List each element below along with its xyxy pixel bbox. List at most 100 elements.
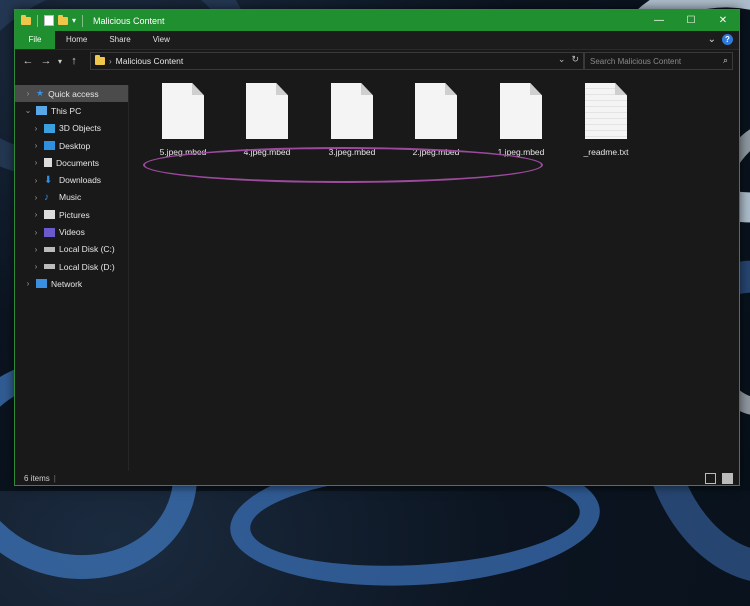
network-icon <box>36 279 47 289</box>
recent-locations-button[interactable]: ▾ <box>55 57 65 66</box>
tab-view[interactable]: View <box>142 31 181 49</box>
file-item[interactable]: 1.jpeg.mbed <box>488 83 554 157</box>
maximize-button[interactable]: ☐ <box>675 10 707 31</box>
chevron-right-icon[interactable]: › <box>31 124 41 133</box>
details-view-button[interactable] <box>705 473 716 484</box>
ribbon-tabs: File Home Share View ⌄ ? <box>15 31 739 50</box>
close-button[interactable]: ✕ <box>707 10 739 31</box>
breadcrumb[interactable]: Malicious Content <box>116 56 184 66</box>
up-button[interactable]: ↑ <box>65 55 83 67</box>
file-item[interactable]: _readme.txt <box>573 83 639 157</box>
download-icon: ⬇ <box>44 174 53 186</box>
chevron-right-icon[interactable]: › <box>31 176 41 185</box>
sidebar-item-music[interactable]: › ♪ Music <box>15 189 128 206</box>
qat-dropdown-icon[interactable]: ▾ <box>72 16 76 25</box>
music-icon: ♪ <box>44 191 49 203</box>
sidebar-item-label: Network <box>51 278 83 289</box>
sidebar-item-label: Quick access <box>48 88 99 99</box>
chevron-right-icon[interactable]: › <box>31 193 41 202</box>
forward-button[interactable]: → <box>37 55 55 67</box>
view-toggle <box>705 473 733 484</box>
file-icon <box>162 83 204 139</box>
chevron-right-icon[interactable]: › <box>31 228 41 237</box>
status-divider: | <box>53 473 56 483</box>
sidebar-item-label: Documents <box>56 157 99 168</box>
chevron-right-icon[interactable]: › <box>31 210 41 219</box>
folder-icon <box>95 55 105 65</box>
text-file-icon <box>585 83 627 139</box>
file-item[interactable]: 3.jpeg.mbed <box>319 83 385 157</box>
sidebar-item-network[interactable]: › Network <box>15 275 128 292</box>
pane-divider[interactable] <box>128 85 129 471</box>
title-bar[interactable]: ▾ Malicious Content — ☐ ✕ <box>15 10 739 31</box>
address-bar[interactable]: › Malicious Content ⌄ ↻ <box>90 52 584 70</box>
video-icon <box>44 227 55 237</box>
file-list[interactable]: 5.jpeg.mbed 4.jpeg.mbed 3.jpeg.mbed 2.jp… <box>130 72 739 471</box>
file-icon <box>246 83 288 139</box>
cube-icon <box>44 123 55 133</box>
picture-icon <box>44 210 55 220</box>
sidebar-item-label: Pictures <box>59 209 90 220</box>
minimize-button[interactable]: — <box>643 10 675 31</box>
file-icon <box>331 83 373 139</box>
document-icon <box>44 158 52 168</box>
sidebar-item-this-pc[interactable]: ⌄ This PC <box>15 102 128 119</box>
chevron-right-icon[interactable]: › <box>23 279 33 288</box>
explorer-window: ▾ Malicious Content — ☐ ✕ File Home Shar… <box>14 9 740 486</box>
properties-icon[interactable] <box>44 15 54 26</box>
desktop-icon <box>44 141 55 151</box>
back-button[interactable]: ← <box>19 55 37 67</box>
sidebar-item-downloads[interactable]: › ⬇ Downloads <box>15 171 128 188</box>
file-icon <box>500 83 542 139</box>
disk-icon <box>44 264 55 270</box>
refresh-icon[interactable]: ↻ <box>571 54 579 65</box>
sidebar-item-label: Music <box>59 192 82 203</box>
address-dropdown-icon[interactable]: ⌄ <box>558 54 566 65</box>
chevron-right-icon[interactable]: › <box>31 262 41 271</box>
chevron-right-icon[interactable]: › <box>31 245 41 254</box>
computer-icon <box>36 106 47 116</box>
file-item[interactable]: 4.jpeg.mbed <box>234 83 300 157</box>
tab-share[interactable]: Share <box>98 31 141 49</box>
sidebar-item-label: This PC <box>51 105 82 116</box>
tab-file[interactable]: File <box>15 31 55 49</box>
window-controls: — ☐ ✕ <box>643 10 739 31</box>
sidebar-item-label: Local Disk (D:) <box>59 261 115 272</box>
address-row: ← → ▾ ↑ › Malicious Content ⌄ ↻ Search M… <box>15 50 739 72</box>
chevron-right-icon[interactable]: › <box>31 141 41 150</box>
expand-ribbon-icon[interactable]: ⌄ <box>708 34 716 45</box>
sidebar-item-local-disk-d[interactable]: › Local Disk (D:) <box>15 258 128 275</box>
toolbar-divider <box>82 14 84 27</box>
folder-icon[interactable] <box>21 14 31 25</box>
file-item[interactable]: 5.jpeg.mbed <box>150 83 216 157</box>
help-icon[interactable]: ? <box>722 34 733 45</box>
sidebar-item-label: Downloads <box>59 175 102 186</box>
file-item[interactable]: 2.jpeg.mbed <box>403 83 469 157</box>
status-bar: 6 items | <box>15 471 739 485</box>
highlight-annotation <box>143 147 543 183</box>
search-icon[interactable]: ⌕ <box>723 55 728 66</box>
search-placeholder: Search Malicious Content <box>590 56 682 66</box>
file-name: _readme.txt <box>583 147 629 157</box>
sidebar-item-videos[interactable]: › Videos <box>15 223 128 240</box>
disk-icon <box>44 246 55 252</box>
chevron-right-icon[interactable]: › <box>23 89 33 98</box>
chevron-down-icon[interactable]: ⌄ <box>23 106 33 115</box>
sidebar-item-local-disk-c[interactable]: › Local Disk (C:) <box>15 241 128 258</box>
sidebar-item-quick-access[interactable]: › ★ Quick access <box>15 85 128 103</box>
search-input[interactable]: Search Malicious Content ⌕ <box>584 52 733 70</box>
sidebar-item-pictures[interactable]: › Pictures <box>15 206 128 223</box>
tab-home[interactable]: Home <box>55 31 98 49</box>
new-folder-icon[interactable] <box>58 14 68 25</box>
sidebar-item-3d-objects[interactable]: › 3D Objects <box>15 120 128 137</box>
sidebar-item-label: Desktop <box>59 140 91 151</box>
breadcrumb-separator-icon: › <box>109 56 112 66</box>
sidebar-item-label: Videos <box>59 227 85 238</box>
chevron-right-icon[interactable]: › <box>31 158 41 167</box>
sidebar-item-desktop[interactable]: › Desktop <box>15 137 128 154</box>
toolbar-divider <box>37 14 38 27</box>
sidebar-item-documents[interactable]: › Documents <box>15 154 128 171</box>
item-count: 6 items <box>24 473 50 483</box>
sidebar-item-label: Local Disk (C:) <box>59 244 115 255</box>
large-icons-view-button[interactable] <box>722 473 733 484</box>
